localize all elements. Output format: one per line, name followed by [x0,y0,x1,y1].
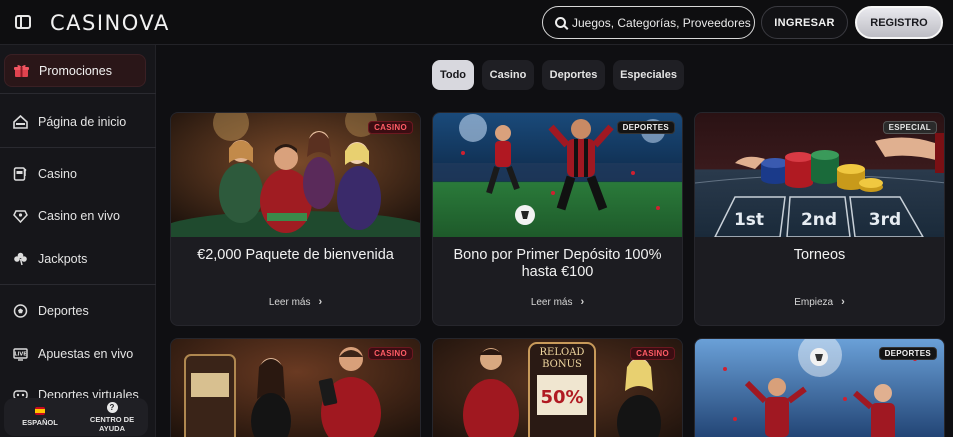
sidebar-divider [0,147,156,148]
spain-flag-icon [35,407,45,415]
clover-icon [13,252,28,266]
logo[interactable]: CASINOVA [50,11,170,35]
start-link[interactable]: Empieza › [695,296,944,308]
svg-text:2nd: 2nd [801,210,837,230]
svg-text:BONUS: BONUS [542,359,582,370]
live-casino-icon [13,209,28,223]
sidebar-item-label: Página de inicio [38,114,127,129]
sidebar-item-label: Casino en vivo [38,208,120,223]
chevron-right-icon: › [318,296,323,308]
sidebar-item-label: Jackpots [38,251,88,266]
promo-card-title: €2,000 Paquete de bienvenida [197,247,394,263]
tab-deportes[interactable]: Deportes [542,60,605,90]
sidebar-item-deportes[interactable]: Deportes [4,294,146,327]
category-badge: ESPECIAL [882,121,937,134]
tab-todo[interactable]: Todo [432,60,474,90]
help-label: CENTRO DE AYUDA [89,414,135,433]
promo-card-title: Bono por Primer Depósito 100% hasta €100 [453,247,662,280]
search-icon [555,17,566,28]
language-label: ESPAÑOL [22,418,58,427]
category-badge: DEPORTES [616,121,675,134]
language-selector[interactable]: ESPAÑOL [4,398,76,436]
chevron-right-icon: › [841,296,845,308]
login-button[interactable]: INGRESAR [761,6,848,39]
sidebar: Promociones Página de inicio Casino Casi… [0,45,156,437]
sidebar-divider [0,93,156,94]
sidebar-item-promociones[interactable]: Promociones [4,54,146,87]
help-icon: ? [106,401,118,413]
search-placeholder: Juegos, Categorías, Proveedores [572,15,751,30]
search-input[interactable]: Juegos, Categorías, Proveedores [542,6,755,39]
sidebar-item-label: Apuestas en vivo [38,346,134,361]
category-badge: CASINO [368,347,413,360]
promo-card-tournaments[interactable]: 1st 2nd 3rd ESPECIAL Torneos Empieza › [694,112,945,326]
promo-card-casino-2[interactable]: CASINO [170,338,421,437]
slot-machine-icon [13,166,28,181]
svg-text:LIVE: LIVE [14,351,27,357]
gift-icon [14,64,29,78]
soccer-ball-icon [13,303,28,318]
register-button[interactable]: REGISTRO [855,6,943,39]
live-tv-icon: LIVE [13,347,28,361]
sidebar-item-label: Promociones [39,63,112,78]
svg-text:RELOAD: RELOAD [540,347,585,358]
tab-casino[interactable]: Casino [482,60,534,90]
sidebar-item-casino[interactable]: Casino [4,157,146,190]
top-header: CASINOVA Juegos, Categorías, Proveedores… [0,0,953,45]
read-more-link[interactable]: Leer más › [433,296,682,308]
sidebar-item-label: Casino [38,166,77,181]
promo-card-reload-bonus[interactable]: RELOAD BONUS 50% CASINO [432,338,683,437]
sidebar-item-casino-en-vivo[interactable]: Casino en vivo [4,199,146,232]
promo-card-first-deposit[interactable]: DEPORTES Bono por Primer Depósito 100% h… [432,112,683,326]
category-badge: CASINO [630,347,675,360]
svg-text:50%: 50% [540,387,583,408]
promo-card-deportes-2[interactable]: DEPORTES [694,338,945,437]
sidebar-divider [0,284,156,285]
sidebar-item-label: Deportes [38,303,89,318]
sidebar-footer: ESPAÑOL ? CENTRO DE AYUDA [4,398,148,436]
tab-especiales[interactable]: Especiales [613,60,684,90]
sidebar-item-jackpots[interactable]: Jackpots [4,242,146,275]
chevron-right-icon: › [580,296,585,308]
home-icon [13,114,28,129]
svg-text:1st: 1st [734,210,764,230]
promo-card-title: Torneos [793,247,846,263]
category-badge: CASINO [368,121,413,134]
sidebar-toggle-icon[interactable] [15,15,31,29]
promo-card-welcome[interactable]: CASINO €2,000 Paquete de bienvenida Leer… [170,112,421,326]
read-more-link[interactable]: Leer más › [171,296,420,308]
sidebar-item-apuestas-en-vivo[interactable]: LIVE Apuestas en vivo [4,337,146,370]
category-badge: DEPORTES [878,347,937,360]
help-center-button[interactable]: ? CENTRO DE AYUDA [76,398,148,436]
svg-text:3rd: 3rd [869,210,901,230]
sidebar-item-home[interactable]: Página de inicio [4,105,146,138]
